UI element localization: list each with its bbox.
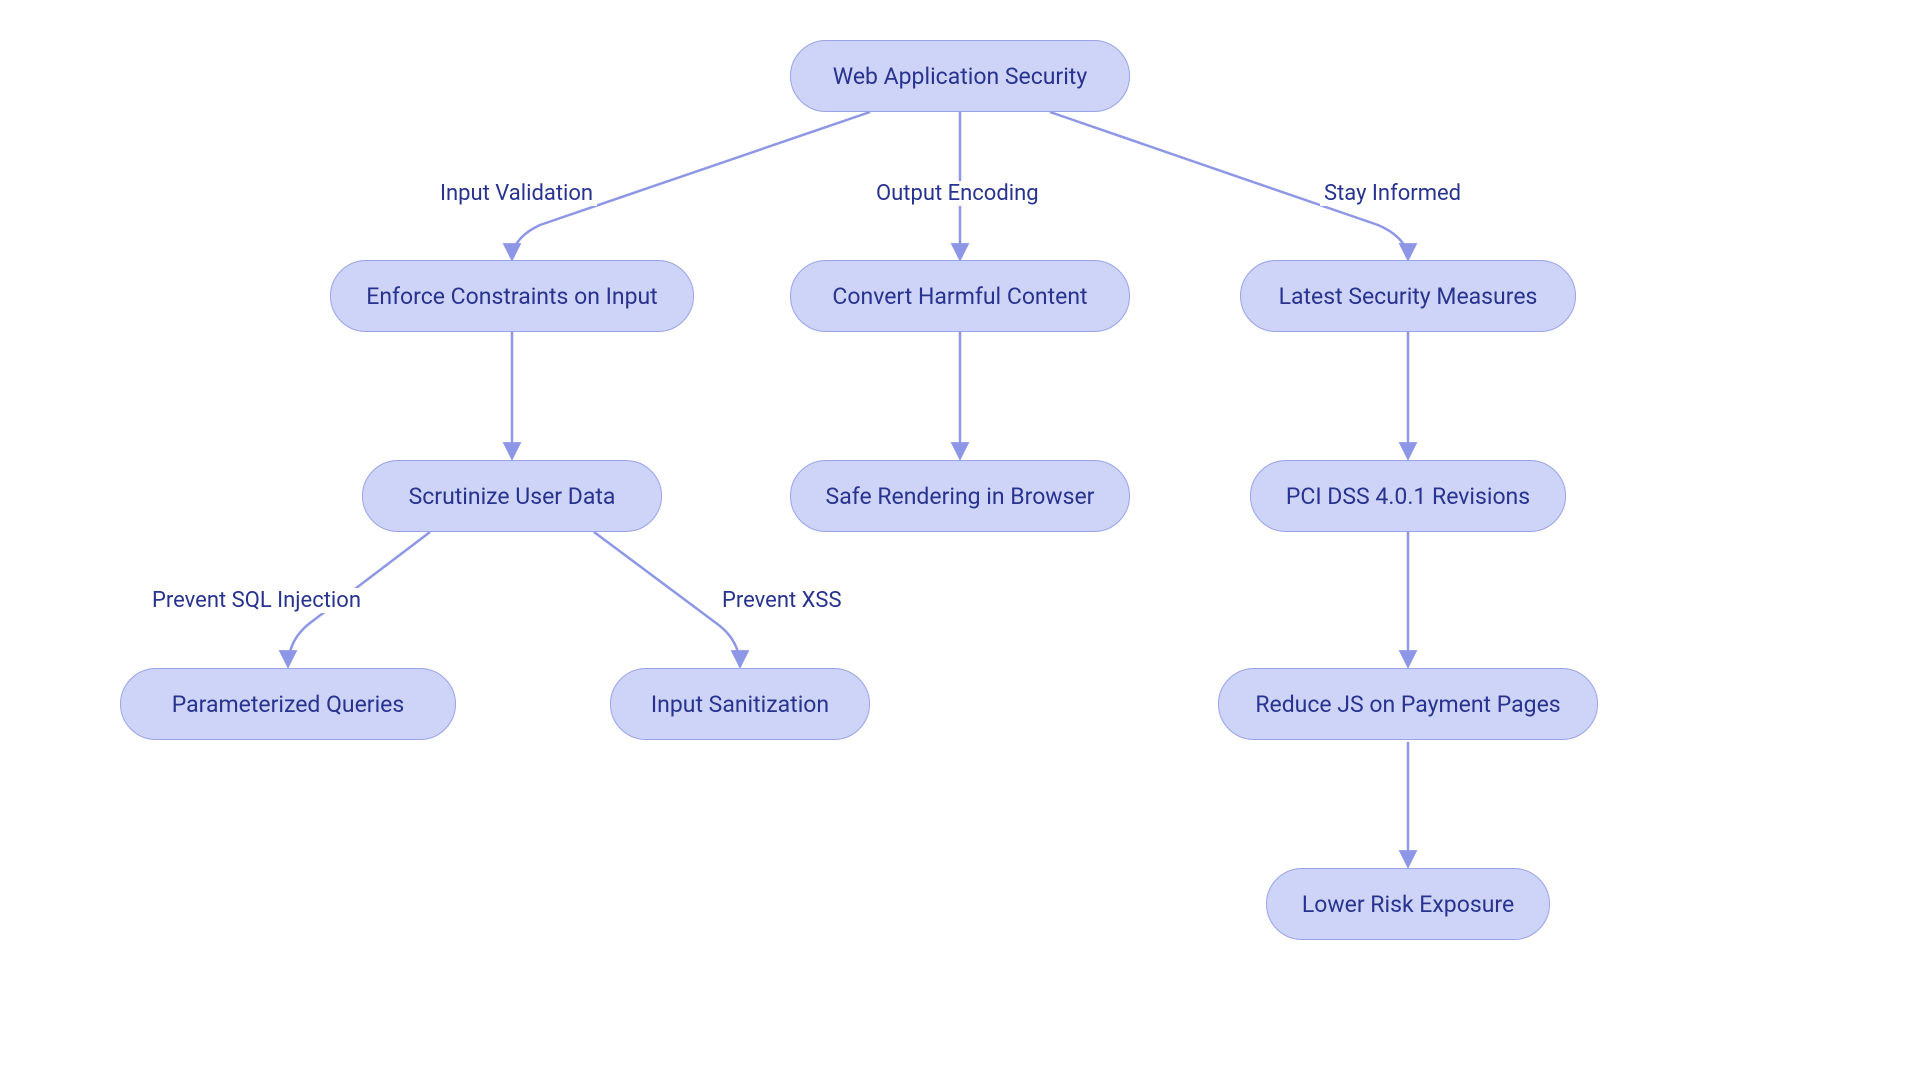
node-label: Safe Rendering in Browser (826, 483, 1095, 510)
node-safe: Safe Rendering in Browser (790, 460, 1130, 532)
node-label: Reduce JS on Payment Pages (1255, 691, 1560, 718)
node-reduce: Reduce JS on Payment Pages (1218, 668, 1598, 740)
node-sanitize: Input Sanitization (610, 668, 870, 740)
edge-label-stay-informed: Stay Informed (1320, 181, 1465, 206)
edge-label-prevent-sql: Prevent SQL Injection (148, 588, 365, 613)
node-label: Latest Security Measures (1279, 283, 1538, 310)
node-param: Parameterized Queries (120, 668, 456, 740)
node-convert: Convert Harmful Content (790, 260, 1130, 332)
node-label: Convert Harmful Content (832, 283, 1087, 310)
edges-layer (0, 0, 1920, 1080)
node-label: PCI DSS 4.0.1 Revisions (1286, 483, 1530, 510)
diagram-canvas: Web Application Security Enforce Constra… (0, 0, 1920, 1080)
edge-label-output-encoding: Output Encoding (872, 181, 1043, 206)
node-pci: PCI DSS 4.0.1 Revisions (1250, 460, 1566, 532)
node-label: Web Application Security (833, 63, 1087, 90)
node-label: Enforce Constraints on Input (366, 283, 657, 310)
node-root: Web Application Security (790, 40, 1130, 112)
edge-label-input-validation: Input Validation (436, 181, 597, 206)
node-latest: Latest Security Measures (1240, 260, 1576, 332)
node-label: Parameterized Queries (172, 691, 404, 718)
node-lower: Lower Risk Exposure (1266, 868, 1550, 940)
node-label: Scrutinize User Data (409, 483, 616, 510)
node-enforce: Enforce Constraints on Input (330, 260, 694, 332)
node-label: Input Sanitization (651, 691, 829, 718)
edge-label-prevent-xss: Prevent XSS (718, 588, 846, 613)
node-scrutinize: Scrutinize User Data (362, 460, 662, 532)
node-label: Lower Risk Exposure (1302, 891, 1514, 918)
